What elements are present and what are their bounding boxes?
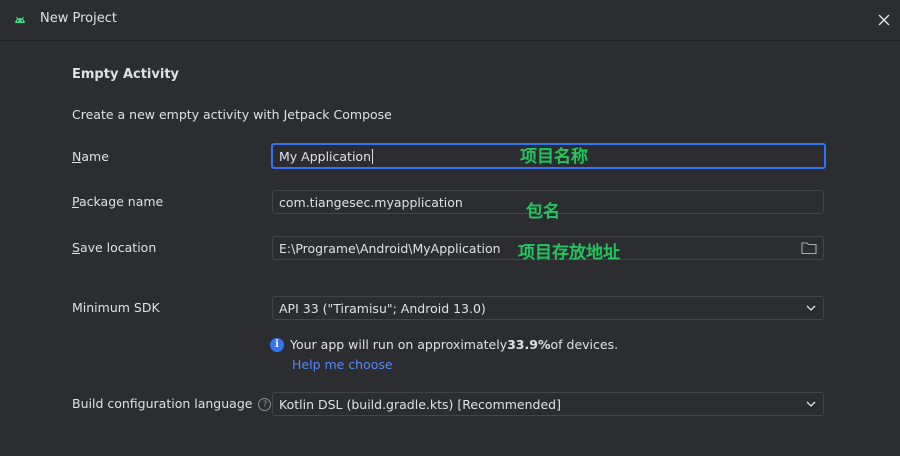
chevron-down-icon <box>806 401 816 407</box>
minimum-sdk-value: API 33 ("Tiramisu"; Android 13.0) <box>279 300 486 316</box>
folder-icon[interactable] <box>801 241 817 255</box>
info-icon: i <box>270 337 284 352</box>
minimum-sdk-dropdown[interactable]: API 33 ("Tiramisu"; Android 13.0) <box>272 296 824 320</box>
location-annotation: 项目存放地址 <box>518 243 620 263</box>
close-icon <box>878 14 890 26</box>
question-mark-icon[interactable]: ? <box>258 398 272 411</box>
package-annotation: 包名 <box>526 202 560 222</box>
build-language-value: Kotlin DSL (build.gradle.kts) [Recommend… <box>279 396 561 412</box>
name-annotation: 项目名称 <box>520 147 588 167</box>
save-location-label: Save location <box>72 240 157 255</box>
help-me-choose-link[interactable]: Help me choose <box>292 357 393 372</box>
minimum-sdk-label: Minimum SDK <box>72 300 160 315</box>
close-button[interactable] <box>872 8 896 32</box>
chevron-down-icon <box>806 305 816 311</box>
window-title: New Project <box>40 11 117 26</box>
coverage-percent: 33.9% <box>507 337 551 352</box>
new-project-form: Empty Activity Create a new empty activi… <box>0 41 900 456</box>
name-input-value: My Application <box>279 148 371 164</box>
name-label: Name <box>72 149 109 164</box>
save-location-value: E:\Programe\Android\MyApplication <box>279 240 501 256</box>
device-coverage-info: i Your app will run on approximately 33.… <box>270 337 618 352</box>
section-description: Create a new empty activity with Jetpack… <box>72 107 392 122</box>
package-name-value: com.tiangesec.myapplication <box>279 194 463 210</box>
build-language-label: Build configuration language? <box>72 396 272 411</box>
android-icon <box>15 16 25 23</box>
text-caret <box>372 148 373 164</box>
title-bar: New Project <box>0 0 900 41</box>
package-name-label: Package name <box>72 194 164 209</box>
build-language-dropdown[interactable]: Kotlin DSL (build.gradle.kts) [Recommend… <box>272 392 824 416</box>
section-title: Empty Activity <box>72 67 180 82</box>
